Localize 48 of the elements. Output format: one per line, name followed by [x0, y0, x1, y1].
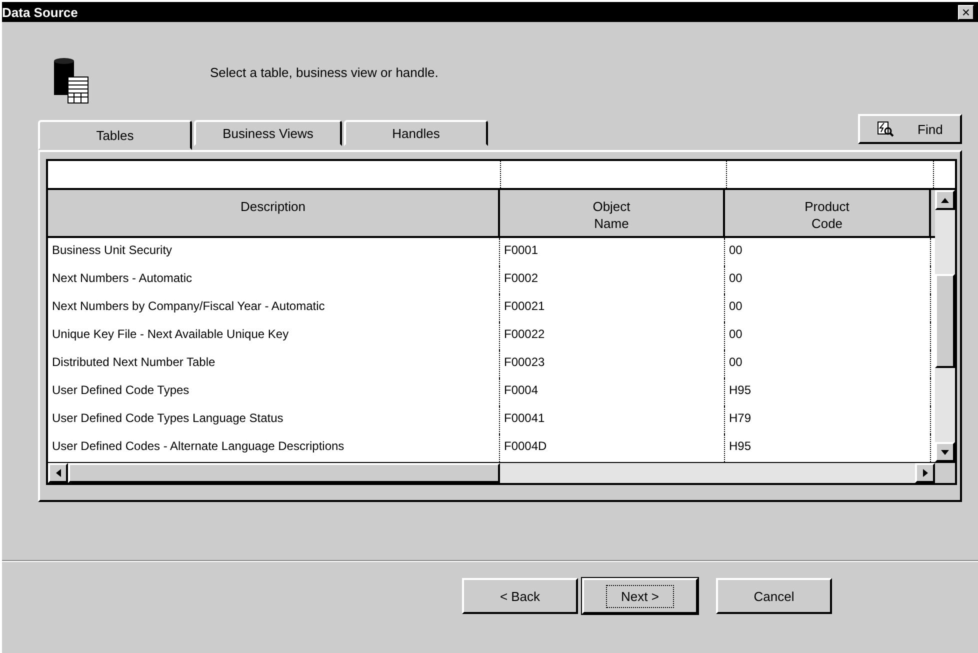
table-cell: User Defined Code Types: [48, 378, 500, 406]
column-header[interactable]: Object Name: [500, 190, 725, 236]
table-cell: H95: [725, 378, 931, 406]
table-cell: F0002: [500, 266, 725, 294]
table-cell: Distributed Next Number Table: [48, 350, 500, 378]
table-cell: F00021: [500, 294, 725, 322]
instruction-text: Select a table, business view or handle.: [210, 64, 438, 80]
vertical-scrollbar[interactable]: [935, 190, 955, 462]
table-cell: Next Numbers - Automatic: [48, 266, 500, 294]
scroll-left-button[interactable]: [48, 463, 68, 483]
table-cell: F00041: [500, 406, 725, 434]
table-cell: User Defined Code Types Language Status: [48, 406, 500, 434]
table-cell: F00023: [500, 350, 725, 378]
horizontal-scrollbar[interactable]: [48, 462, 955, 483]
down-arrow-icon: [941, 450, 949, 454]
table-cell: H79: [725, 406, 931, 434]
table-cell: 00: [725, 294, 931, 322]
tab[interactable]: Business Views: [194, 120, 342, 146]
left-arrow-icon: [56, 469, 60, 477]
find-button[interactable]: Find: [858, 114, 962, 144]
tab[interactable]: Handles: [344, 120, 488, 146]
table-cell: Unique Key File - Next Available Unique Key: [48, 322, 500, 350]
table-cell: 00: [725, 350, 931, 378]
find-icon: [877, 121, 896, 137]
scroll-up-button[interactable]: [935, 190, 955, 210]
close-button[interactable]: ×: [958, 4, 974, 20]
scroll-down-button[interactable]: [935, 442, 955, 462]
table-cell: F0004: [500, 378, 725, 406]
right-arrow-icon: [922, 469, 928, 477]
table-cell: 00: [725, 266, 931, 294]
window-title: Data Source: [2, 4, 78, 20]
column-header[interactable]: Product Code: [725, 190, 931, 236]
table-cell: Next Numbers by Company/Fiscal Year - Automatic: [48, 294, 500, 322]
table-cell: F0001: [500, 238, 725, 266]
tab[interactable]: Tables: [38, 120, 192, 150]
dialog-button[interactable]: Next >: [582, 578, 698, 614]
table-cell: 00: [725, 322, 931, 350]
scrollbar-corner: [935, 463, 955, 483]
dialog-button[interactable]: < Back: [462, 578, 578, 614]
column-header[interactable]: Description: [48, 190, 500, 236]
scroll-right-button[interactable]: [915, 463, 935, 483]
table-cell: F00022: [500, 322, 725, 350]
up-arrow-icon: [941, 198, 949, 202]
table-cell: Business Unit Security: [48, 238, 500, 266]
scroll-thumb[interactable]: [68, 463, 500, 483]
scroll-thumb[interactable]: [935, 274, 955, 368]
dialog-button[interactable]: Cancel: [716, 578, 832, 614]
table-cell: 00: [725, 238, 931, 266]
